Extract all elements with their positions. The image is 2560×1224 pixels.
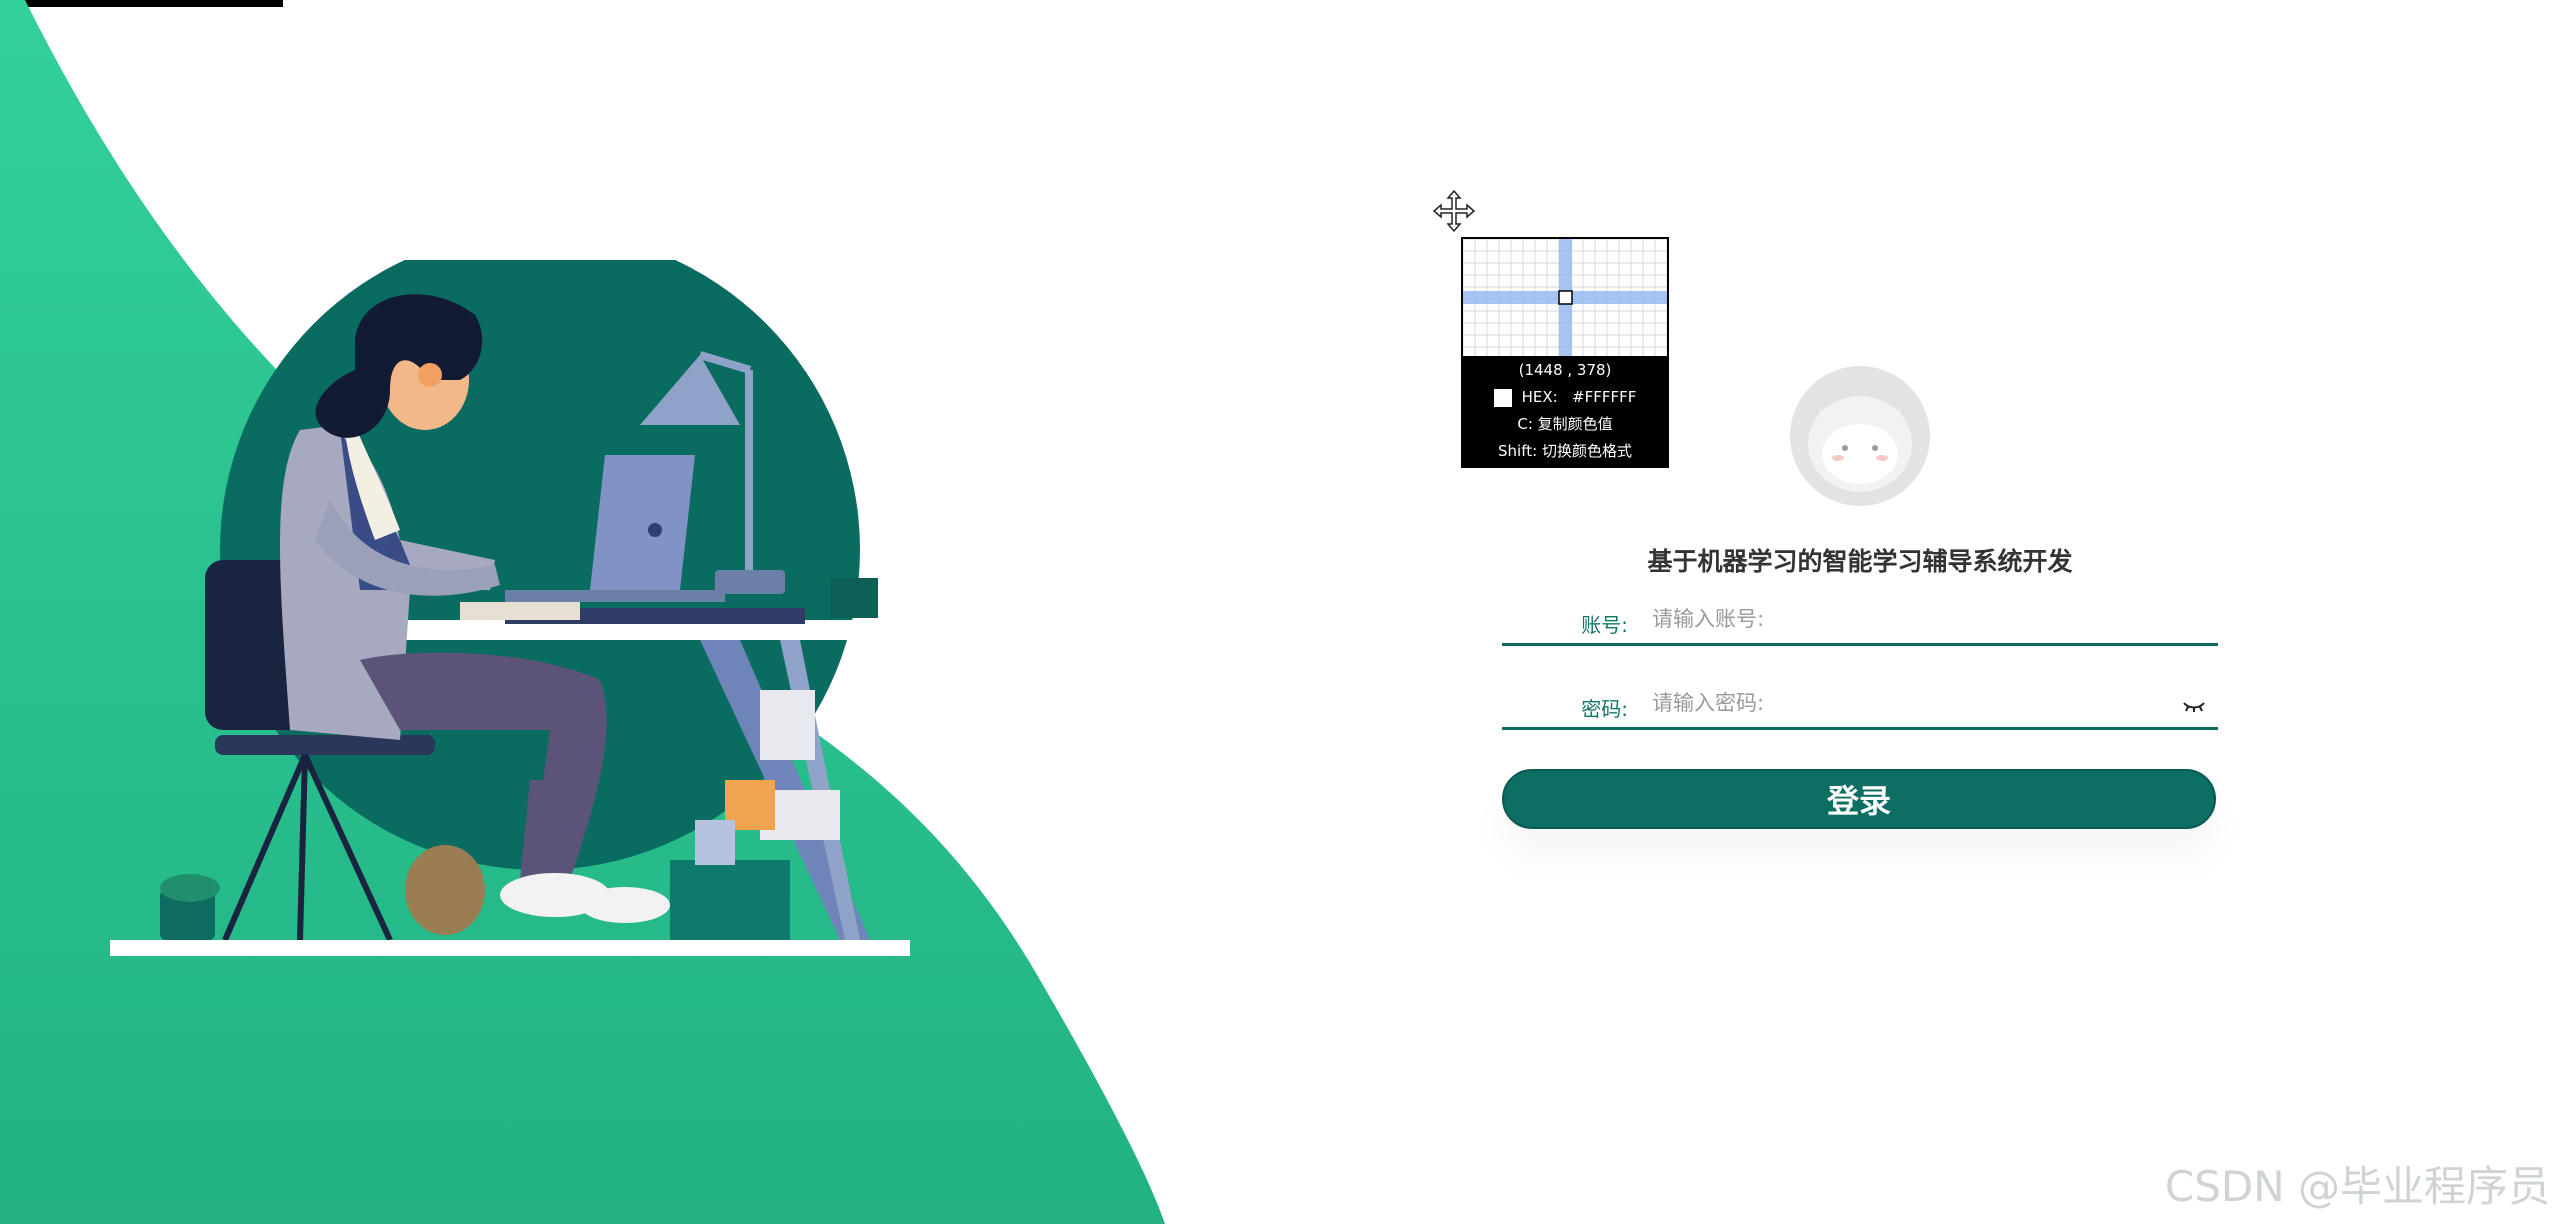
eye-closed-icon[interactable]: [2182, 699, 2206, 715]
avatar: [1790, 366, 1930, 506]
account-field: 账号:: [1502, 595, 2218, 646]
account-label: 账号:: [1581, 613, 1628, 637]
picker-coords: (1448 , 378): [1518, 361, 1612, 379]
picker-hex-label: HEX:: [1521, 388, 1558, 406]
woman-at-laptop-illustration: [110, 260, 940, 956]
color-picker-panel: (1448 , 378) HEX: #FFFFFF C: 复制颜色值 Shift…: [1461, 237, 1669, 468]
picker-shift-hint: Shift: 切换颜色格式: [1498, 442, 1632, 460]
account-input[interactable]: [1650, 599, 2174, 639]
page-title: 基于机器学习的智能学习辅导系统开发: [1647, 547, 2073, 576]
picker-hex-row: HEX: #FFFFFF: [1463, 384, 1667, 411]
watermark: CSDN @毕业程序员: [2164, 1162, 2550, 1211]
login-button[interactable]: 登录: [1502, 769, 2216, 829]
avatar-icon: [1790, 366, 1930, 506]
color-swatch: [1493, 388, 1512, 407]
zoom-grid: [1463, 239, 1667, 356]
password-label: 密码:: [1581, 697, 1628, 721]
password-input[interactable]: [1650, 683, 2174, 723]
move-cursor-icon: [1432, 189, 1476, 233]
password-field: 密码:: [1502, 679, 2218, 730]
picker-hex-value: #FFFFFF: [1572, 388, 1637, 406]
picker-copy-hint: C: 复制颜色值: [1517, 415, 1613, 433]
